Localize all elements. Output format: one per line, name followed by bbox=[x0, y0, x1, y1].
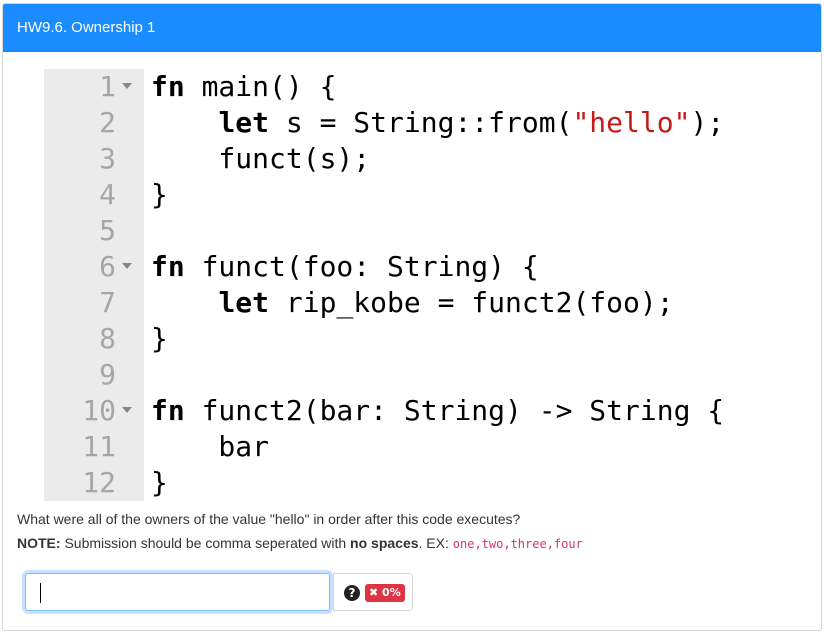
code-line: 10 fn funct2(bar: String) -> String { bbox=[44, 393, 764, 429]
submission-note: NOTE: Submission should be comma seperat… bbox=[17, 535, 583, 551]
line-number: 8 bbox=[99, 322, 116, 355]
code-line: 11 bar bbox=[44, 429, 764, 465]
question-text: What were all of the owners of the value… bbox=[17, 511, 521, 527]
line-number: 6 bbox=[99, 250, 116, 283]
code-line: 5 bbox=[44, 213, 764, 249]
code-text: fn funct(foo: String) { bbox=[151, 250, 539, 283]
help-icon[interactable]: ? bbox=[344, 585, 360, 601]
answer-status-addon: ? ✖ 0% bbox=[333, 573, 413, 611]
note-text-1: Submission should be comma seperated wit… bbox=[60, 535, 351, 551]
line-number: 4 bbox=[99, 178, 116, 211]
code-line: 12} bbox=[44, 465, 764, 501]
code-text: funct(s); bbox=[151, 142, 371, 175]
question-title: HW9.6. Ownership 1 bbox=[3, 4, 821, 52]
code-text: bar bbox=[151, 430, 270, 463]
answer-input[interactable] bbox=[25, 573, 330, 611]
code-text: let s = String::from("hello"); bbox=[218, 106, 725, 139]
note-emphasis: no spaces bbox=[350, 535, 419, 551]
code-text: let rip_kobe = funct2(foo); bbox=[218, 286, 674, 319]
line-number: 5 bbox=[99, 214, 116, 247]
code-text: } bbox=[151, 178, 168, 211]
note-example: one,two,three,four bbox=[452, 537, 583, 551]
fold-toggle-icon[interactable] bbox=[122, 407, 132, 413]
code-line: 3 funct(s); bbox=[44, 141, 764, 177]
code-line: 2 let s = String::from("hello"); bbox=[44, 105, 764, 141]
note-text-2: . EX: bbox=[418, 535, 453, 551]
line-number: 11 bbox=[82, 430, 116, 463]
code-line: 9 bbox=[44, 357, 764, 393]
code-line: 7 let rip_kobe = funct2(foo); bbox=[44, 285, 764, 321]
score-badge: ✖ 0% bbox=[365, 584, 405, 602]
line-number: 9 bbox=[99, 358, 116, 391]
code-editor[interactable]: 1 fn main() {2 let s = String::from("hell… bbox=[44, 69, 764, 501]
code-line: 8} bbox=[44, 321, 764, 357]
code-line: 4} bbox=[44, 177, 764, 213]
code-text: fn main() { bbox=[151, 70, 337, 103]
code-line: 6 fn funct(foo: String) { bbox=[44, 249, 764, 285]
fold-toggle-icon[interactable] bbox=[122, 83, 132, 89]
text-cursor bbox=[40, 583, 41, 603]
line-number: 7 bbox=[99, 286, 116, 319]
fold-toggle-icon[interactable] bbox=[122, 263, 132, 269]
line-number: 1 bbox=[99, 70, 116, 103]
line-number: 3 bbox=[99, 142, 116, 175]
line-number: 12 bbox=[82, 466, 116, 499]
code-line: 1 fn main() { bbox=[44, 69, 764, 105]
code-text: fn funct2(bar: String) -> String { bbox=[151, 394, 725, 427]
note-label: NOTE: bbox=[17, 535, 61, 551]
code-text: } bbox=[151, 322, 168, 355]
line-number: 10 bbox=[82, 394, 116, 427]
code-text: } bbox=[151, 466, 168, 499]
line-number: 2 bbox=[99, 106, 116, 139]
